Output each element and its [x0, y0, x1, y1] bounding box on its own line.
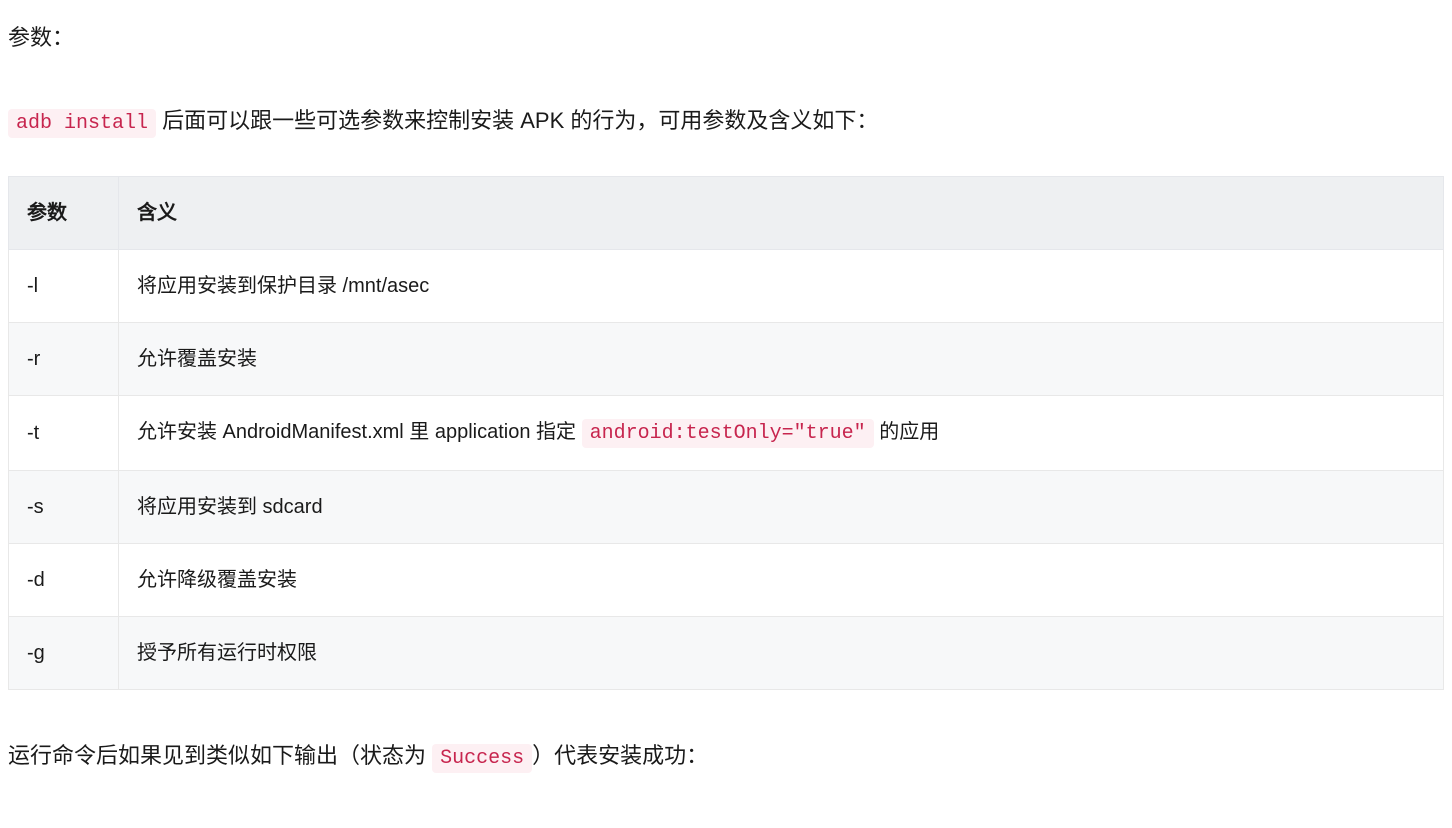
cell-param: -t [9, 396, 119, 471]
table-row: -d允许降级覆盖安装 [9, 544, 1444, 617]
cell-meaning: 授予所有运行时权限 [119, 617, 1444, 690]
table-header-row: 参数 含义 [9, 177, 1444, 250]
meaning-text-before: 允许安装 AndroidManifest.xml 里 application 指… [137, 421, 582, 443]
cell-meaning: 将应用安装到保护目录 /mnt/asec [119, 250, 1444, 323]
cell-param: -s [9, 471, 119, 544]
cell-meaning: 将应用安装到 sdcard [119, 471, 1444, 544]
intro-paragraph: adb install 后面可以跟一些可选参数来控制安装 APK 的行为，可用参… [8, 103, 1444, 140]
meaning-text-after: 的应用 [874, 421, 940, 443]
outro-after: ）代表安装成功： [532, 743, 708, 768]
table-row: -t 允许安装 AndroidManifest.xml 里 application… [9, 396, 1444, 471]
cell-param: -d [9, 544, 119, 617]
table-row: -l将应用安装到保护目录 /mnt/asec [9, 250, 1444, 323]
inline-code-command: adb install [8, 109, 156, 138]
table-row: -r允许覆盖安装 [9, 323, 1444, 396]
table-row: -g授予所有运行时权限 [9, 617, 1444, 690]
cell-meaning: 允许覆盖安装 [119, 323, 1444, 396]
inline-code-status: Success [432, 744, 532, 773]
intro-text: 后面可以跟一些可选参数来控制安装 APK 的行为，可用参数及含义如下： [156, 108, 878, 133]
cell-param: -r [9, 323, 119, 396]
header-meaning: 含义 [119, 177, 1444, 250]
outro-paragraph: 运行命令后如果见到类似如下输出（状态为 Success）代表安装成功： [8, 738, 1444, 775]
cell-meaning: 允许降级覆盖安装 [119, 544, 1444, 617]
header-param: 参数 [9, 177, 119, 250]
cell-param: -g [9, 617, 119, 690]
table-row: -s将应用安装到 sdcard [9, 471, 1444, 544]
params-table: 参数 含义 -l将应用安装到保护目录 /mnt/asec-r允许覆盖安装-t允许… [8, 176, 1444, 690]
cell-param: -l [9, 250, 119, 323]
outro-before: 运行命令后如果见到类似如下输出（状态为 [8, 743, 432, 768]
inline-code-attr: android:testOnly="true" [582, 419, 874, 448]
section-heading: 参数： [8, 20, 1444, 55]
cell-meaning: 允许安装 AndroidManifest.xml 里 application 指… [119, 396, 1444, 471]
